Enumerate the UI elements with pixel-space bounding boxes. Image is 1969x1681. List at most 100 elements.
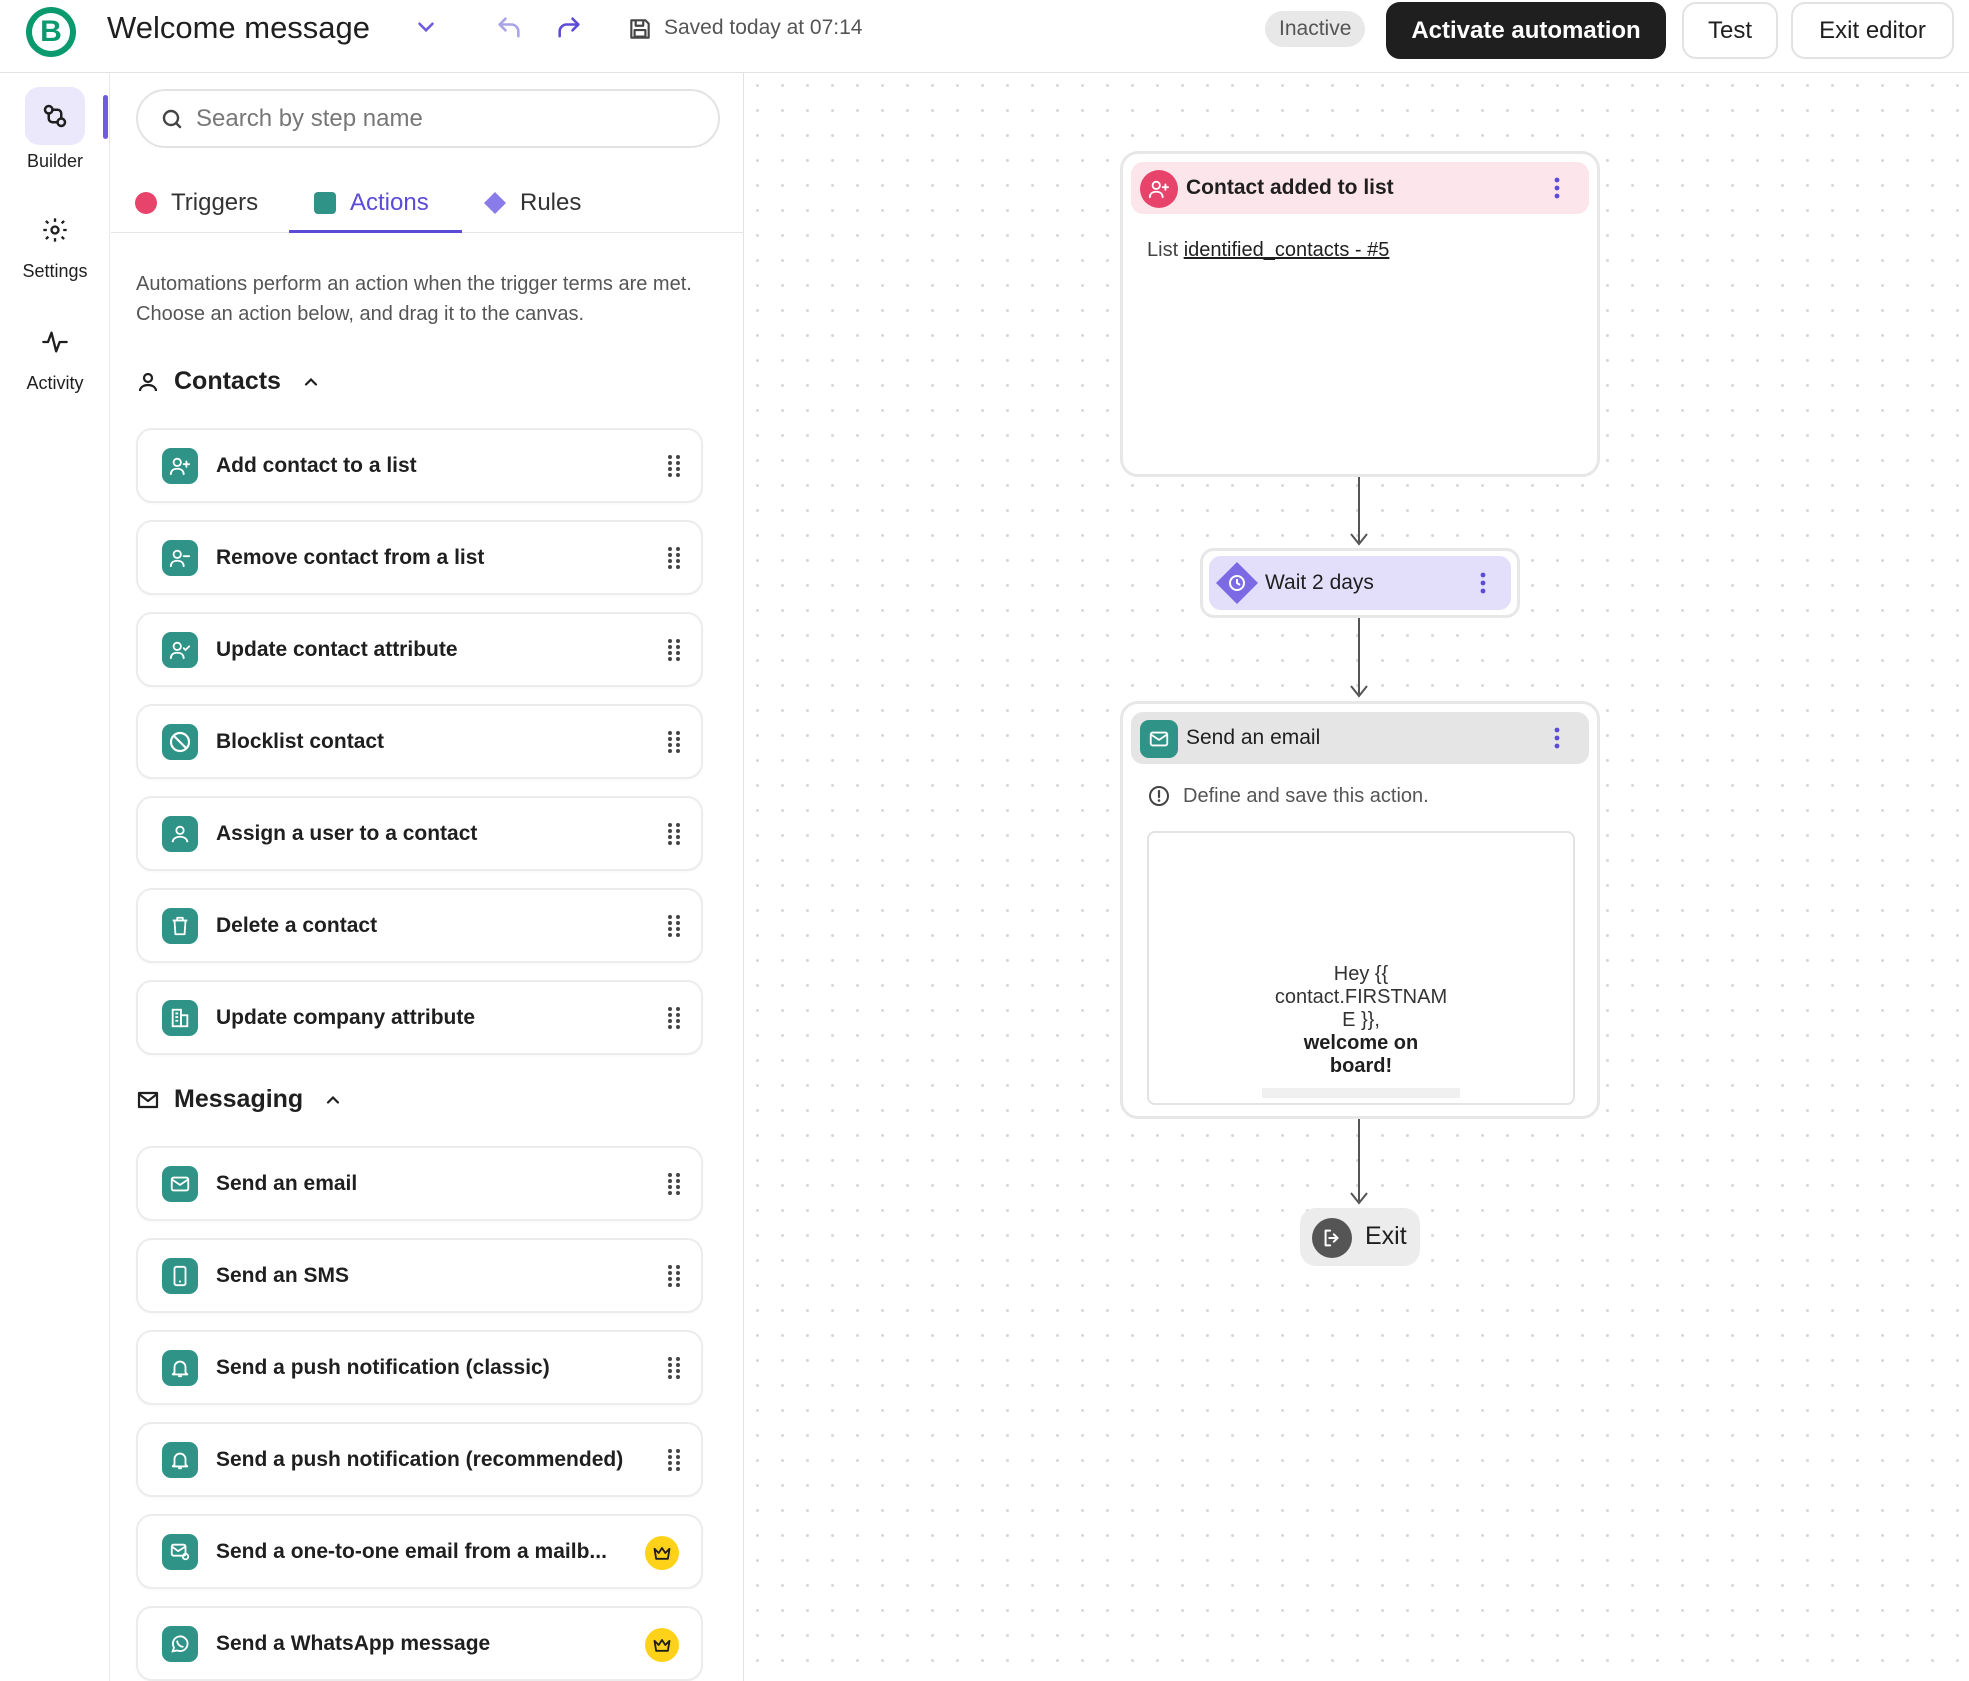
list-prefix: List: [1147, 239, 1179, 261]
test-button[interactable]: Test: [1682, 2, 1778, 59]
action-delete-contact[interactable]: Delete a contact: [136, 888, 703, 963]
clock-diamond-icon: [1216, 562, 1258, 604]
action-assign-user[interactable]: Assign a user to a contact: [136, 796, 703, 871]
tab-label: Actions: [350, 189, 429, 216]
action-send-email[interactable]: Send an email: [136, 1146, 703, 1221]
preview-line: Hey {{: [1333, 963, 1389, 985]
rail-item-builder[interactable]: Builder: [0, 87, 110, 172]
action-label: Send a one-to-one email from a mailb...: [216, 1540, 607, 1563]
tab-rules[interactable]: Rules: [484, 173, 581, 233]
block-icon: [162, 724, 198, 760]
action-send-whatsapp[interactable]: Send a WhatsApp message: [136, 1606, 703, 1681]
drag-handle-icon[interactable]: [667, 914, 681, 938]
preview-line: contact.FIRSTNAM: [1274, 986, 1448, 1008]
redo-icon[interactable]: [555, 14, 583, 42]
premium-crown-icon: [645, 1536, 679, 1570]
undo-icon[interactable]: [495, 14, 523, 42]
bell-icon: [162, 1442, 198, 1478]
action-update-company-attribute[interactable]: Update company attribute: [136, 980, 703, 1055]
drag-handle-icon[interactable]: [667, 638, 681, 662]
drag-handle-icon[interactable]: [667, 822, 681, 846]
exit-editor-button[interactable]: Exit editor: [1791, 2, 1954, 59]
drag-handle-icon[interactable]: [667, 546, 681, 570]
list-link[interactable]: identified_contacts - #5: [1184, 239, 1390, 261]
drag-handle-icon[interactable]: [667, 454, 681, 478]
preview-line: E }},: [1342, 1009, 1380, 1031]
automation-title[interactable]: Welcome message: [107, 10, 370, 46]
section-messaging[interactable]: Messaging: [136, 1085, 357, 1114]
email-node-header: Send an email: [1131, 712, 1589, 764]
arrowhead-icon: [1350, 533, 1368, 546]
panel-tabs: Triggers Actions Rules: [111, 173, 744, 233]
gear-icon: [25, 201, 85, 259]
brevo-logo[interactable]: B: [26, 7, 76, 57]
chevron-up-icon[interactable]: [301, 372, 321, 392]
search-icon: [162, 109, 182, 128]
action-label: Delete a contact: [216, 914, 378, 937]
preview-line: welcome on: [1303, 1032, 1419, 1054]
tab-actions[interactable]: Actions: [314, 173, 429, 233]
action-label: Send a push notification (recommended): [216, 1448, 624, 1471]
kebab-menu-icon[interactable]: [1553, 726, 1561, 750]
drag-handle-icon[interactable]: [667, 1172, 681, 1196]
user-minus-icon: [162, 540, 198, 576]
actions-panel: Triggers Actions Rules Automations perfo…: [111, 73, 744, 1681]
exit-label: Exit: [1365, 1222, 1407, 1250]
action-label: Send a WhatsApp message: [216, 1632, 491, 1655]
rail-label: Builder: [26, 151, 84, 171]
action-label: Add contact to a list: [216, 454, 417, 477]
preview-line: board!: [1329, 1055, 1393, 1077]
drag-handle-icon[interactable]: [667, 1264, 681, 1288]
kebab-menu-icon[interactable]: [1553, 176, 1561, 200]
action-send-sms[interactable]: Send an SMS: [136, 1238, 703, 1313]
trigger-node[interactable]: Contact added to list List identified_co…: [1120, 151, 1600, 477]
mail-icon: [137, 1091, 159, 1108]
phone-icon: [162, 1258, 198, 1294]
section-title: Messaging: [174, 1085, 304, 1113]
trigger-list-info: List identified_contacts - #5: [1147, 239, 1389, 262]
exit-node[interactable]: Exit: [1300, 1208, 1420, 1266]
top-bar: B Welcome message Saved today at 07:14 I…: [0, 0, 1969, 73]
rail-item-settings[interactable]: Settings: [0, 201, 110, 282]
action-remove-contact-from-list[interactable]: Remove contact from a list: [136, 520, 703, 595]
action-label: Assign a user to a contact: [216, 822, 478, 845]
building-icon: [162, 1000, 198, 1036]
action-send-one-to-one-email[interactable]: Send a one-to-one email from a mailb...: [136, 1514, 703, 1589]
user-icon: [138, 372, 158, 391]
save-icon: [630, 19, 650, 39]
tab-label: Rules: [520, 189, 582, 216]
tab-label: Triggers: [171, 189, 259, 216]
search-box[interactable]: [136, 89, 720, 148]
user-plus-icon: [1140, 170, 1178, 208]
user-check-icon: [162, 632, 198, 668]
rule-diamond-icon: [484, 192, 506, 214]
section-contacts[interactable]: Contacts: [136, 367, 335, 396]
node-title: Send an email: [1186, 726, 1321, 749]
mailbox-icon: [162, 1534, 198, 1570]
chevron-down-icon[interactable]: [413, 14, 439, 40]
activate-automation-button[interactable]: Activate automation: [1386, 2, 1666, 59]
drag-handle-icon[interactable]: [667, 1006, 681, 1030]
trigger-node-header: Contact added to list: [1131, 162, 1589, 214]
action-add-contact-to-list[interactable]: Add contact to a list: [136, 428, 703, 503]
action-send-push-classic[interactable]: Send a push notification (classic): [136, 1330, 703, 1405]
rail-item-activity[interactable]: Activity: [0, 313, 110, 394]
action-update-contact-attribute[interactable]: Update contact attribute: [136, 612, 703, 687]
email-node[interactable]: Send an email Define and save this actio…: [1120, 701, 1600, 1119]
premium-crown-icon: [645, 1628, 679, 1662]
action-blocklist-contact[interactable]: Blocklist contact: [136, 704, 703, 779]
chevron-up-icon[interactable]: [323, 1090, 343, 1110]
wait-node[interactable]: Wait 2 days: [1200, 548, 1520, 618]
search-input[interactable]: [196, 104, 696, 133]
node-title: Contact added to list: [1186, 176, 1394, 199]
tab-triggers[interactable]: Triggers: [135, 173, 258, 233]
drag-handle-icon[interactable]: [667, 730, 681, 754]
drag-handle-icon[interactable]: [667, 1356, 681, 1380]
exit-icon: [1312, 1218, 1352, 1258]
kebab-menu-icon[interactable]: [1479, 571, 1487, 595]
action-label: Remove contact from a list: [216, 546, 485, 569]
email-preview[interactable]: Hey {{ contact.FIRSTNAM E }}, welcome on…: [1147, 831, 1575, 1105]
activity-icon: [25, 313, 85, 371]
action-send-push-recommended[interactable]: Send a push notification (recommended): [136, 1422, 703, 1497]
drag-handle-icon[interactable]: [667, 1448, 681, 1472]
